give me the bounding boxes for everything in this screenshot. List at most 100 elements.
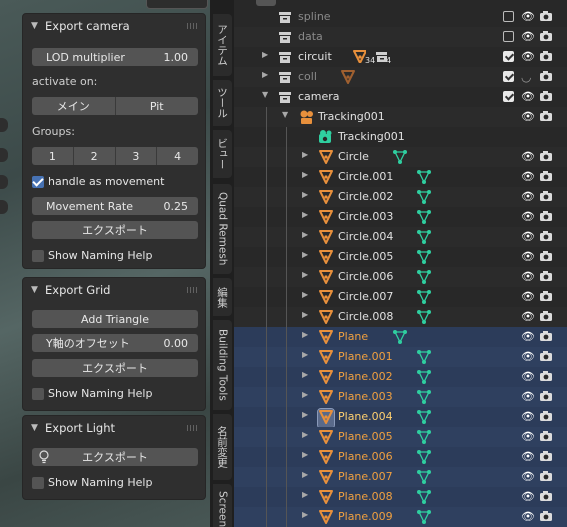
activate-option-main[interactable]: メイン xyxy=(32,97,115,115)
outliner-collection-row[interactable]: data 👁 xyxy=(234,27,567,47)
chevron-right-icon[interactable]: ▶ xyxy=(302,230,308,239)
outliner-object-row[interactable]: ▼ Tracking001 👁 xyxy=(234,107,567,127)
eye-icon[interactable]: 👁 xyxy=(521,370,535,383)
eye-icon[interactable]: 👁 xyxy=(521,190,535,203)
outliner-item-name[interactable]: Plane.004 xyxy=(338,410,393,423)
chevron-right-icon[interactable]: ▶ xyxy=(302,510,308,519)
outliner-item-name[interactable]: data xyxy=(298,30,323,43)
outliner-item-name[interactable]: Plane xyxy=(338,330,368,343)
chevron-right-icon[interactable]: ▶ xyxy=(302,190,308,199)
group-option-3[interactable]: 3 xyxy=(114,147,157,165)
movement-rate-field[interactable]: Movement Rate 0.25 xyxy=(32,197,198,215)
tab-view[interactable]: ビュー xyxy=(213,130,232,178)
eye-icon[interactable]: 👁 xyxy=(521,390,535,403)
group-option-4[interactable]: 4 xyxy=(156,147,198,165)
viewport-header-button[interactable] xyxy=(146,0,208,9)
outliner-item-name[interactable]: coll xyxy=(298,70,317,83)
outliner-item-name[interactable]: Circle.001 xyxy=(338,170,393,183)
handle-as-movement-checkbox[interactable] xyxy=(32,176,44,188)
camera-render-icon[interactable] xyxy=(539,70,553,85)
eye-icon[interactable]: 👁 xyxy=(521,310,535,323)
y-offset-field[interactable]: Y軸のオフセット 0.00 xyxy=(32,334,198,352)
outliner-object-row[interactable]: ▶ Plane.002 👁 xyxy=(234,367,567,387)
camera-render-icon[interactable] xyxy=(539,10,553,25)
chevron-right-icon[interactable]: ▶ xyxy=(302,470,308,479)
eye-icon[interactable]: 👁 xyxy=(521,330,535,343)
add-triangle-button[interactable]: Add Triangle xyxy=(32,310,198,328)
eye-icon[interactable]: 👁 xyxy=(521,350,535,363)
chevron-down-icon[interactable]: ▼ xyxy=(282,110,288,119)
chevron-right-icon[interactable]: ▶ xyxy=(302,170,308,179)
3d-viewport[interactable]: ▼ Export camera LOD multiplier 1.00 acti… xyxy=(0,0,214,527)
mesh-data-icon[interactable] xyxy=(416,249,432,268)
outliner-item-name[interactable]: Plane.007 xyxy=(338,470,393,483)
eye-icon[interactable]: 👁 xyxy=(521,90,535,103)
outliner-item-name[interactable]: Circle.002 xyxy=(338,190,393,203)
eye-icon[interactable]: 👁 xyxy=(521,510,535,523)
exclude-checkbox[interactable] xyxy=(503,31,514,42)
outliner-item-name[interactable]: Plane.008 xyxy=(338,490,393,503)
eye-icon[interactable]: 👁 xyxy=(521,210,535,223)
outliner-item-name[interactable]: Tracking001 xyxy=(338,130,405,143)
mesh-data-icon[interactable] xyxy=(392,149,408,168)
mesh-data-icon[interactable] xyxy=(416,169,432,188)
camera-render-icon[interactable] xyxy=(539,250,553,265)
outliner-item-name[interactable]: Circle.006 xyxy=(338,270,393,283)
outliner-object-row[interactable]: ▶ Circle.003 👁 xyxy=(234,207,567,227)
camera-render-icon[interactable] xyxy=(539,430,553,445)
camera-render-icon[interactable] xyxy=(539,170,553,185)
mesh-data-icon[interactable] xyxy=(416,189,432,208)
camera-render-icon[interactable] xyxy=(539,390,553,405)
camera-render-icon[interactable] xyxy=(539,490,553,505)
chevron-right-icon[interactable]: ▶ xyxy=(302,350,308,359)
export-grid-button[interactable]: エクスポート xyxy=(32,359,198,377)
groups-selector[interactable]: 1 2 3 4 xyxy=(32,147,198,165)
tab-building-tools[interactable]: Building Tools xyxy=(213,320,232,410)
camera-render-icon[interactable] xyxy=(539,270,553,285)
outliner-item-name[interactable]: Circle.008 xyxy=(338,310,393,323)
viewport-gizmo[interactable] xyxy=(0,118,8,132)
eye-icon[interactable]: 👁 xyxy=(521,490,535,503)
chevron-right-icon[interactable]: ▶ xyxy=(302,370,308,379)
mesh-data-icon[interactable] xyxy=(416,269,432,288)
outliner-object-row[interactable]: ▶ Plane 👁 xyxy=(234,327,567,347)
tab-tool[interactable]: ツール xyxy=(213,80,232,126)
outliner-item-name[interactable]: spline xyxy=(298,10,331,23)
outliner-object-row[interactable]: ▶ Plane.003 👁 xyxy=(234,387,567,407)
outliner-object-row[interactable]: ▶ Circle.002 👁 xyxy=(234,187,567,207)
outliner-object-row[interactable]: ▶ Circle.006 👁 xyxy=(234,267,567,287)
mesh-data-icon[interactable] xyxy=(416,389,432,408)
eye-icon[interactable]: 👁 xyxy=(521,30,535,43)
outliner-object-row[interactable]: ▶ Circle 👁 xyxy=(234,147,567,167)
outliner-item-name[interactable]: circuit xyxy=(298,50,332,63)
naming-help-checkbox[interactable] xyxy=(32,250,44,262)
drag-grip-icon[interactable] xyxy=(187,425,199,431)
camera-render-icon[interactable] xyxy=(539,90,553,105)
outliner-item-name[interactable]: Plane.005 xyxy=(338,430,393,443)
mesh-data-icon[interactable] xyxy=(416,369,432,388)
viewport-gizmo[interactable] xyxy=(0,175,8,189)
mesh-data-icon[interactable] xyxy=(416,349,432,368)
chevron-right-icon[interactable]: ▶ xyxy=(302,490,308,499)
naming-help-checkbox[interactable] xyxy=(32,388,44,400)
export-camera-header[interactable]: ▼ Export camera xyxy=(23,14,205,38)
outliner-collection-row[interactable]: ▶ circuit 34 4 👁 xyxy=(234,47,567,67)
eye-icon[interactable]: 👁 xyxy=(521,270,535,283)
tab-rename[interactable]: 名前変更 xyxy=(213,414,232,480)
outliner-collection-row[interactable]: ▼ camera 👁 xyxy=(234,87,567,107)
outliner-object-row[interactable]: ▶ Plane.006 👁 xyxy=(234,447,567,467)
tab-item[interactable]: アイテム xyxy=(213,14,232,76)
chevron-right-icon[interactable]: ▶ xyxy=(302,450,308,459)
outliner-item-name[interactable]: Plane.006 xyxy=(338,450,393,463)
camera-render-icon[interactable] xyxy=(539,350,553,365)
outliner-item-name[interactable]: Circle.007 xyxy=(338,290,393,303)
outliner-object-row[interactable]: ▶ Circle.005 👁 xyxy=(234,247,567,267)
export-camera-button[interactable]: エクスポート xyxy=(32,221,198,239)
camera-render-icon[interactable] xyxy=(539,30,553,45)
drag-grip-icon[interactable] xyxy=(187,287,199,293)
mesh-data-icon[interactable] xyxy=(416,289,432,308)
eye-icon[interactable]: 👁 xyxy=(521,290,535,303)
camera-render-icon[interactable] xyxy=(539,230,553,245)
outliner-item-name[interactable]: Plane.001 xyxy=(338,350,393,363)
group-option-2[interactable]: 2 xyxy=(72,147,115,165)
